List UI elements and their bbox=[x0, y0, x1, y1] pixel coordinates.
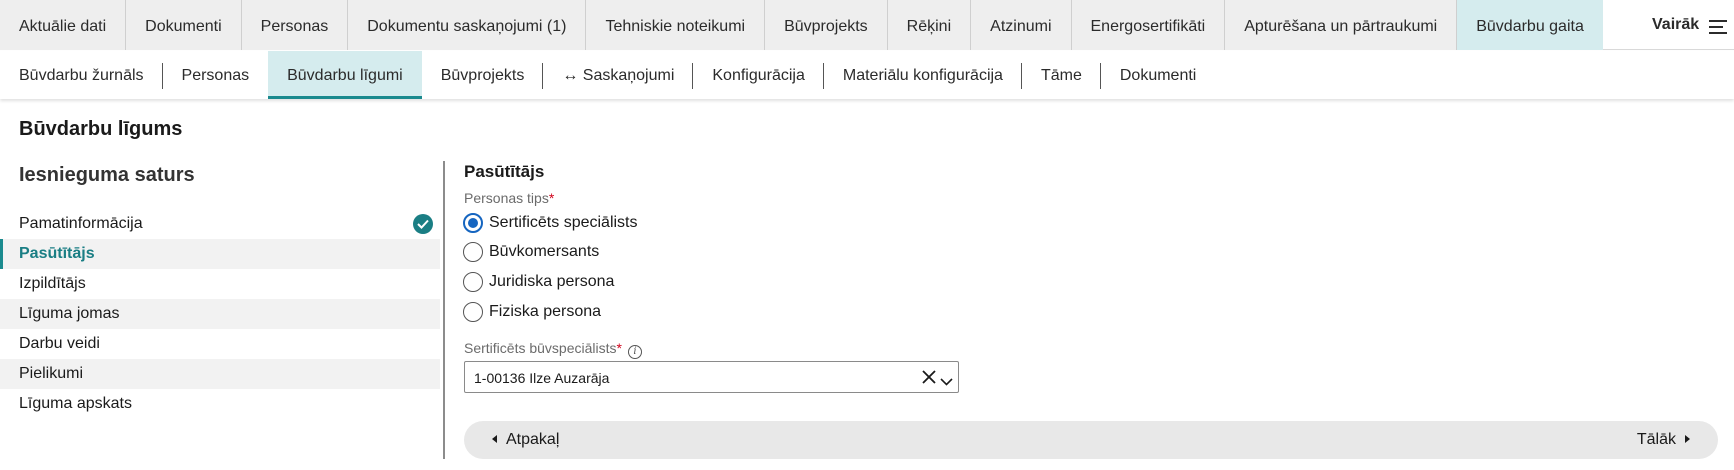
top-tabs: Aktuālie dati Dokumenti Personas Dokumen… bbox=[0, 0, 1603, 50]
caret-right-icon bbox=[1685, 435, 1690, 443]
radio-label: Būvkomersants bbox=[489, 243, 600, 260]
subtab-buvdarbu-zurnals[interactable]: Būvdarbu žurnāls bbox=[0, 51, 163, 99]
more-menu-button[interactable]: Vairāk bbox=[1652, 0, 1728, 50]
menu-icon bbox=[1709, 20, 1728, 34]
sidebar-item-label: Izpildītājs bbox=[19, 275, 86, 292]
sidebar-item-liguma-apskats[interactable]: Līguma apskats bbox=[0, 389, 440, 419]
subtab-tame[interactable]: Tāme bbox=[1022, 51, 1101, 99]
pager-bar: Atpakaļ Tālāk bbox=[464, 421, 1718, 459]
sidebar-item-label: Pamatinformācija bbox=[19, 215, 143, 232]
chevron-down-icon[interactable] bbox=[940, 373, 953, 391]
radio-juridiska-persona[interactable]: Juridiska persona bbox=[463, 271, 614, 293]
check-icon bbox=[413, 214, 433, 234]
sidebar-item-label: Pasūtītājs bbox=[19, 245, 95, 262]
person-type-label: Personas tips* bbox=[464, 190, 555, 206]
tab-aktualie-dati[interactable]: Aktuālie dati bbox=[0, 0, 127, 50]
radio-button[interactable] bbox=[463, 272, 483, 292]
subtab-materialu-konfiguracija[interactable]: Materiālu konfigurācija bbox=[824, 51, 1023, 99]
info-icon[interactable]: i bbox=[627, 345, 642, 359]
tab-buvdarbu-gaita[interactable]: Būvdarbu gaita bbox=[1457, 0, 1603, 50]
sidebar-item-darbu-veidi[interactable]: Darbu veidi bbox=[0, 329, 440, 359]
sidebar-title: Iesnieguma saturs bbox=[19, 164, 195, 186]
tab-atzinumi[interactable]: Atzinumi bbox=[971, 0, 1072, 50]
radio-sertificets-specialists[interactable]: Sertificēts speciālists bbox=[463, 212, 638, 234]
subtab-saskanojumi[interactable]: ↔ Saskaņojumi bbox=[543, 51, 694, 99]
page-title: Būvdarbu līgums bbox=[19, 118, 183, 140]
sidebar-item-liguma-jomas[interactable]: Līguma jomas bbox=[0, 299, 440, 329]
more-label: Vairāk bbox=[1652, 16, 1700, 33]
next-button[interactable]: Tālāk bbox=[1637, 421, 1690, 459]
radio-label: Juridiska persona bbox=[489, 273, 615, 290]
tab-buvprojekts[interactable]: Būvprojekts bbox=[765, 0, 888, 50]
sidebar-item-label: Līguma apskats bbox=[19, 395, 132, 412]
clear-icon[interactable] bbox=[921, 369, 937, 390]
top-tab-bar: Aktuālie dati Dokumenti Personas Dokumen… bbox=[0, 0, 1734, 50]
subtab-dokumenti[interactable]: Dokumenti bbox=[1101, 51, 1215, 99]
vertical-divider bbox=[443, 161, 445, 459]
sidebar-item-pielikumi[interactable]: Pielikumi bbox=[0, 359, 440, 389]
sidebar-item-pamatinformacija[interactable]: Pamatinformācija bbox=[0, 209, 440, 239]
sidebar-item-pasutitajs[interactable]: Pasūtītājs bbox=[0, 239, 440, 269]
subtab-konfiguracija[interactable]: Konfigurācija bbox=[693, 51, 824, 99]
radio-buvkomersants[interactable]: Būvkomersants bbox=[463, 241, 599, 263]
caret-left-icon bbox=[492, 435, 497, 443]
subtab-buvprojekts[interactable]: Būvprojekts bbox=[422, 51, 544, 99]
sub-tab-bar: Būvdarbu žurnāls Personas Būvdarbu līgum… bbox=[0, 51, 1734, 99]
required-mark: * bbox=[548, 190, 555, 206]
required-mark: * bbox=[616, 340, 622, 356]
specialist-label: Sertificēts būvspeciālists* i bbox=[464, 340, 642, 359]
radio-button[interactable] bbox=[463, 242, 483, 262]
specialist-select[interactable]: 1-00136 Ilze Auzarāja bbox=[464, 361, 959, 393]
specialist-select-value: 1-00136 Ilze Auzarāja bbox=[474, 370, 610, 386]
radio-button[interactable] bbox=[463, 302, 483, 322]
tab-personas[interactable]: Personas bbox=[242, 0, 349, 50]
sidebar-item-izpilditajs[interactable]: Izpildītājs bbox=[0, 269, 440, 299]
sidebar-item-label: Līguma jomas bbox=[19, 305, 120, 322]
tab-dokumentu-saskanojumi[interactable]: Dokumentu saskaņojumi (1) bbox=[348, 0, 587, 50]
tab-dokumenti[interactable]: Dokumenti bbox=[126, 0, 242, 50]
sidebar-item-label: Pielikumi bbox=[19, 365, 84, 382]
sidebar-nav: Pamatinformācija Pasūtītājs Izpildītājs … bbox=[0, 209, 440, 419]
subtab-buvdarbu-ligumi[interactable]: Būvdarbu līgumi bbox=[268, 51, 422, 99]
back-button[interactable]: Atpakaļ bbox=[492, 421, 559, 459]
tab-energosertifikati[interactable]: Energosertifikāti bbox=[1072, 0, 1226, 50]
radio-fiziska-persona[interactable]: Fiziska persona bbox=[463, 301, 601, 323]
radio-button-selected[interactable] bbox=[463, 213, 483, 233]
sidebar-item-label: Darbu veidi bbox=[19, 335, 100, 352]
tab-tehniskie-noteikumi[interactable]: Tehniskie noteikumi bbox=[586, 0, 766, 50]
radio-label: Fiziska persona bbox=[489, 303, 602, 320]
subtab-personas[interactable]: Personas bbox=[163, 51, 269, 99]
section-title: Pasūtītājs bbox=[464, 162, 545, 181]
tab-rekini[interactable]: Rēķini bbox=[888, 0, 972, 50]
radio-label: Sertificēts speciālists bbox=[489, 214, 638, 231]
tab-apturesana[interactable]: Apturēšana un pārtraukumi bbox=[1225, 0, 1458, 50]
